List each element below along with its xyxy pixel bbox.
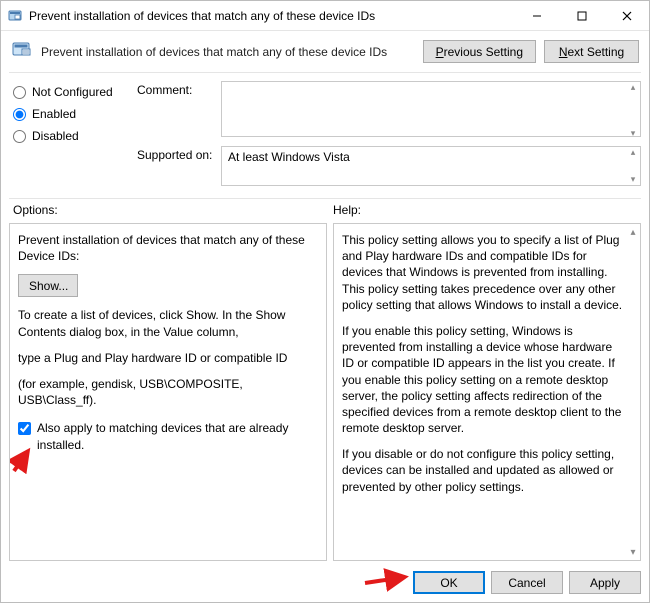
supported-on-value: At least Windows Vista <box>221 146 641 186</box>
titlebar: Prevent installation of devices that mat… <box>1 1 649 31</box>
minimize-button[interactable] <box>514 1 559 30</box>
help-paragraph-1: This policy setting allows you to specif… <box>342 232 626 313</box>
section-header-row: Options: Help: <box>1 199 649 219</box>
next-setting-button[interactable]: Next Setting <box>544 40 639 63</box>
annotation-arrow-ok <box>359 563 419 593</box>
policy-icon <box>11 39 33 64</box>
header-row: Prevent installation of devices that mat… <box>1 31 649 66</box>
ok-button[interactable]: OK <box>413 571 485 594</box>
options-instruction-3: (for example, gendisk, USB\COMPOSITE, US… <box>18 376 318 408</box>
not-configured-label: Not Configured <box>32 85 113 99</box>
options-title: Prevent installation of devices that mat… <box>18 232 318 264</box>
comment-textarea[interactable] <box>221 81 641 137</box>
maximize-button[interactable] <box>559 1 604 30</box>
window-title: Prevent installation of devices that mat… <box>29 9 514 23</box>
options-instruction-2: type a Plug and Play hardware ID or comp… <box>18 350 318 366</box>
config-area: Not Configured Enabled Disabled Comment:… <box>1 73 649 192</box>
comment-label: Comment: <box>137 81 217 97</box>
help-paragraph-3: If you disable or do not configure this … <box>342 446 626 495</box>
previous-setting-button[interactable]: Previous Setting <box>423 40 536 63</box>
enabled-label: Enabled <box>32 107 76 121</box>
also-apply-checkbox[interactable] <box>18 422 31 435</box>
bottom-button-bar: OK Cancel Apply <box>1 565 649 602</box>
show-button[interactable]: Show... <box>18 274 78 297</box>
supported-on-text: At least Windows Vista <box>228 150 350 164</box>
apply-button[interactable]: Apply <box>569 571 641 594</box>
options-panel: Prevent installation of devices that mat… <box>9 223 327 561</box>
cancel-button[interactable]: Cancel <box>491 571 563 594</box>
disabled-radio[interactable] <box>13 130 26 143</box>
help-paragraph-2: If you enable this policy setting, Windo… <box>342 323 626 436</box>
policy-editor-window: Prevent installation of devices that mat… <box>0 0 650 603</box>
window-controls <box>514 1 649 30</box>
help-scroll-up-icon: ▴ <box>626 224 640 240</box>
options-instruction-1: To create a list of devices, click Show.… <box>18 307 318 339</box>
panels-row: Prevent installation of devices that mat… <box>1 219 649 565</box>
not-configured-radio[interactable] <box>13 86 26 99</box>
disabled-label: Disabled <box>32 129 79 143</box>
help-panel: This policy setting allows you to specif… <box>333 223 641 561</box>
policy-title: Prevent installation of devices that mat… <box>41 45 415 59</box>
help-scroll-down-icon: ▾ <box>626 544 640 560</box>
app-icon <box>7 8 23 24</box>
state-radio-group: Not Configured Enabled Disabled <box>13 81 133 147</box>
enabled-radio[interactable] <box>13 108 26 121</box>
supported-on-label: Supported on: <box>137 146 217 162</box>
help-section-label: Help: <box>333 203 641 217</box>
close-button[interactable] <box>604 1 649 30</box>
options-section-label: Options: <box>13 203 333 217</box>
also-apply-checkbox-label: Also apply to matching devices that are … <box>37 420 318 452</box>
